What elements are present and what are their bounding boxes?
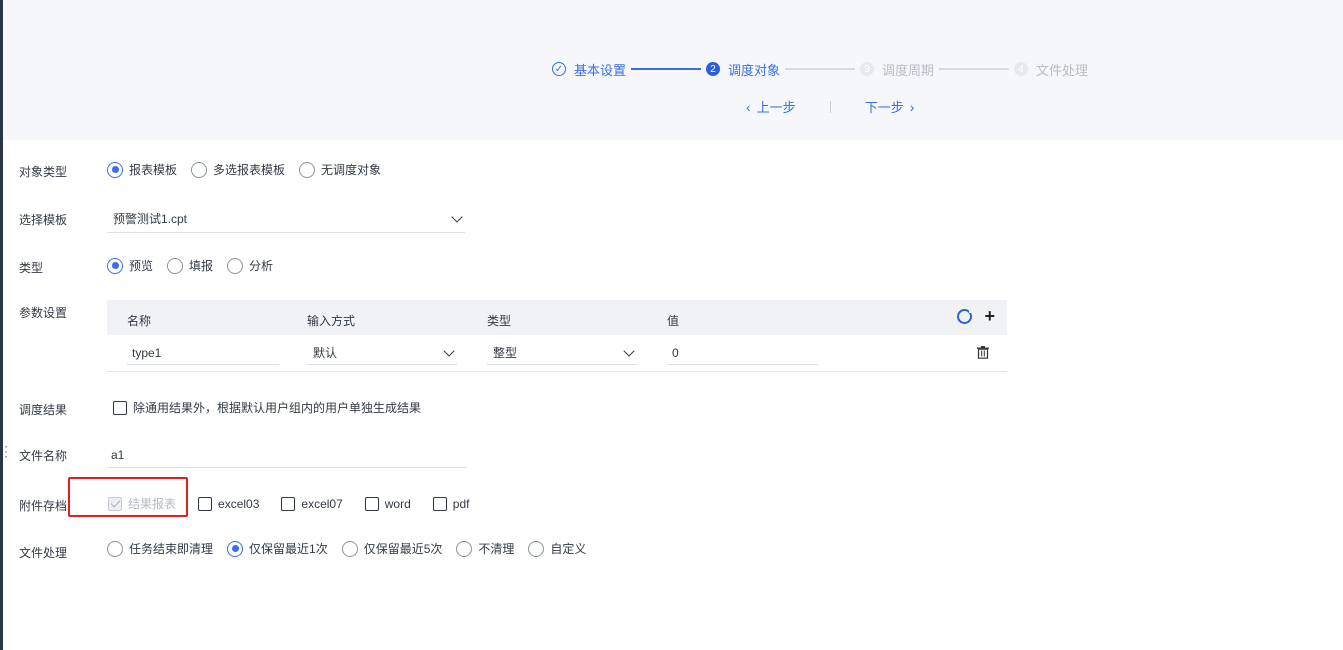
radio-icon (227, 257, 244, 274)
step-label: 调度周期 (882, 62, 935, 78)
step-label: 调度对象 (728, 62, 781, 78)
file-processing-option-custom[interactable]: 自定义 (528, 540, 586, 557)
table-row: type1 默认 整型 0 (107, 335, 1007, 372)
radio-checked-icon (107, 257, 123, 274)
param-name-input[interactable]: type1 (127, 341, 279, 365)
type-option-fill[interactable]: 填报 (167, 257, 213, 274)
params-table: 名称 输入方式 类型 值 + type1 默认 整型 0 (107, 300, 1007, 372)
radio-checked-icon (227, 540, 244, 557)
radio-icon (456, 540, 473, 557)
radio-icon (191, 161, 208, 178)
chevron-left-icon: ‹ (746, 98, 751, 115)
params-label: 参数设置 (19, 306, 68, 320)
object-type-radio-group: 报表模板 多选报表模板 无调度对象 (107, 161, 395, 178)
column-header-value: 值 (667, 314, 680, 328)
file-processing-option-clean-on-finish[interactable]: 任务结束即清理 (107, 540, 213, 557)
radio-icon (528, 540, 545, 557)
step-number-icon: 3 (860, 62, 875, 76)
step-basic-settings[interactable]: ✓ 基本设置 (552, 60, 626, 79)
schedule-result-checkbox[interactable]: 除通用结果外，根据默认用户组内的用户单独生成结果 (113, 399, 421, 416)
object-type-label: 对象类型 (19, 165, 68, 179)
radio-icon (107, 540, 123, 557)
step-schedule-object[interactable]: 2 调度对象 (706, 60, 780, 79)
add-icon[interactable]: + (984, 307, 995, 325)
step-schedule-period[interactable]: 3 调度周期 (860, 60, 934, 79)
params-table-header: 名称 输入方式 类型 值 + (107, 300, 1007, 335)
next-step-button[interactable]: 下一步 › (865, 97, 921, 116)
param-value-input[interactable]: 0 (668, 341, 818, 365)
step-label: 基本设置 (574, 62, 627, 78)
params-actions: + (957, 307, 995, 325)
radio-checked-icon (107, 161, 123, 178)
chevron-down-icon (623, 344, 635, 357)
param-input-mode-select[interactable]: 默认 (307, 341, 457, 365)
object-type-option-multi-template[interactable]: 多选报表模板 (191, 161, 285, 178)
step-connector (785, 68, 856, 70)
template-select-label: 选择模板 (19, 213, 68, 227)
check-circle-icon: ✓ (552, 62, 566, 76)
param-type-select[interactable]: 整型 (487, 341, 637, 365)
wizard-nav: ‹ 上一步 下一步 › (740, 97, 920, 116)
chevron-down-icon (443, 344, 455, 357)
chevron-right-icon: › (909, 98, 915, 115)
step-number-icon: 4 (1014, 62, 1029, 76)
highlight-annotation (68, 477, 188, 517)
file-processing-label: 文件处理 (19, 546, 68, 560)
file-processing-option-keep-last-5[interactable]: 仅保留最近5次 (341, 540, 442, 557)
schedule-result-label: 调度结果 (19, 403, 68, 417)
column-header-name: 名称 (127, 314, 152, 328)
attachment-excel03-checkbox[interactable]: excel03 (198, 496, 259, 511)
prev-step-button[interactable]: ‹ 上一步 (740, 97, 796, 116)
trash-icon[interactable] (977, 346, 989, 359)
checkbox-icon (113, 400, 127, 415)
step-connector (631, 68, 702, 70)
radio-icon (299, 161, 316, 178)
step-number-icon: 2 (706, 62, 721, 76)
file-name-label: 文件名称 (19, 449, 68, 463)
file-processing-option-no-clean[interactable]: 不清理 (456, 540, 514, 557)
refresh-icon[interactable] (957, 309, 974, 324)
type-radio-group: 预览 填报 分析 (107, 257, 287, 274)
step-label: 文件处理 (1036, 62, 1089, 78)
wizard-stepper: ✓ 基本设置 2 调度对象 3 调度周期 4 文件处理 (552, 60, 1088, 78)
attachments-label: 附件存档 (19, 499, 68, 513)
type-option-analysis[interactable]: 分析 (227, 257, 273, 274)
column-header-type: 类型 (487, 314, 512, 328)
step-file-processing[interactable]: 4 文件处理 (1014, 60, 1088, 79)
object-type-option-report-template[interactable]: 报表模板 (107, 161, 177, 178)
radio-icon (167, 257, 184, 274)
type-label: 类型 (19, 261, 44, 275)
attachment-excel07-checkbox[interactable]: excel07 (281, 496, 343, 511)
checkbox-icon (432, 496, 447, 511)
file-processing-option-keep-last-1[interactable]: 仅保留最近1次 (227, 540, 328, 557)
checkbox-icon (281, 496, 296, 511)
radio-icon (341, 540, 358, 557)
resize-handle-icon[interactable]: · · · (4, 440, 8, 462)
nav-divider (829, 100, 831, 113)
checkbox-icon (198, 496, 213, 511)
type-option-preview[interactable]: 预览 (107, 257, 153, 274)
template-select[interactable]: 预警测试1.cpt (107, 205, 465, 233)
checkbox-icon (364, 496, 379, 511)
attachment-pdf-checkbox[interactable]: pdf (432, 496, 469, 511)
attachment-word-checkbox[interactable]: word (364, 496, 411, 511)
object-type-option-none[interactable]: 无调度对象 (299, 161, 381, 178)
chevron-down-icon (451, 210, 463, 223)
column-header-input-mode: 输入方式 (307, 314, 356, 328)
step-connector (939, 68, 1010, 70)
file-processing-radio-group: 任务结束即清理 仅保留最近1次 仅保留最近5次 不清理 自定义 (107, 540, 600, 557)
file-name-input[interactable]: a1 (107, 442, 467, 468)
